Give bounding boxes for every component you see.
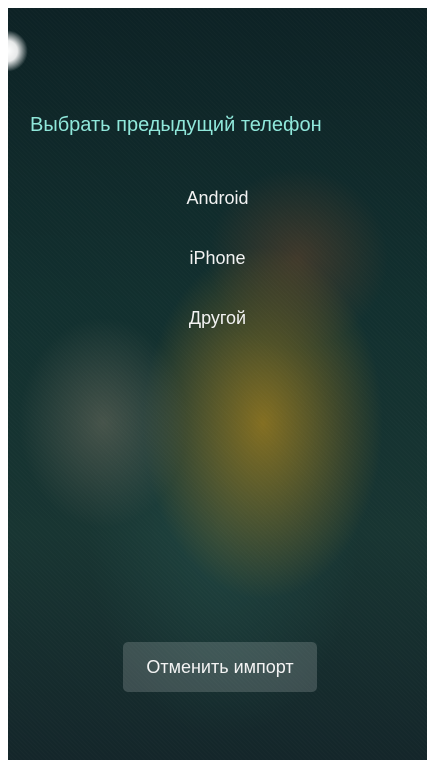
option-iphone[interactable]: iPhone [8,228,427,288]
option-other[interactable]: Другой [8,288,427,348]
import-phone-screen: Выбрать предыдущий телефон Android iPhon… [8,8,427,760]
phone-options-list: Android iPhone Другой [8,168,427,348]
option-android[interactable]: Android [8,168,427,228]
light-glare [8,30,28,72]
cancel-import-button[interactable]: Отменить импорт [123,642,317,692]
page-title: Выбрать предыдущий телефон [30,114,322,136]
